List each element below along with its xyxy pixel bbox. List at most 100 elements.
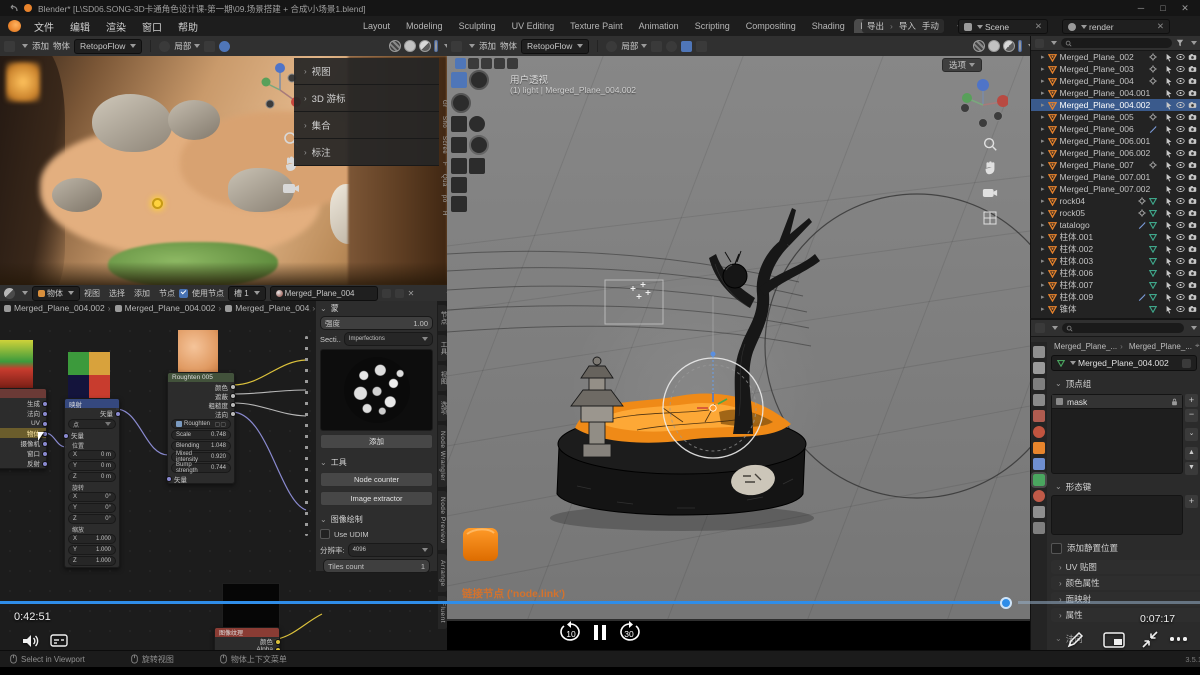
disclosure-icon[interactable]: ▸ xyxy=(1041,209,1045,217)
disclosure-icon[interactable]: ▸ xyxy=(1041,125,1045,133)
rest-position-row[interactable]: 添加静置位置 xyxy=(1051,542,1118,554)
disclosure-icon[interactable]: ▸ xyxy=(1041,257,1045,265)
add-vgroup-button[interactable]: + xyxy=(1185,394,1198,407)
scale-tool[interactable] xyxy=(451,137,467,153)
use-nodes-checkbox[interactable] xyxy=(179,289,188,298)
outliner-row[interactable]: ▸ Merged_Plane_004.001 xyxy=(1031,87,1200,99)
outliner-row[interactable]: ▸ 柱体.007 xyxy=(1031,279,1200,291)
material-shading-icon[interactable] xyxy=(419,40,431,52)
output-socket[interactable] xyxy=(42,411,48,417)
lasso-select-icon[interactable] xyxy=(494,58,505,69)
disclosure-icon[interactable]: ▸ xyxy=(1041,77,1045,85)
hide-eye-icon[interactable] xyxy=(1176,89,1185,97)
selectable-icon[interactable] xyxy=(1165,125,1173,134)
selectable-icon[interactable] xyxy=(1165,65,1173,74)
video-progress-handle[interactable] xyxy=(1000,597,1012,609)
object-menu[interactable]: 物体 xyxy=(500,40,517,52)
render-camera-icon[interactable] xyxy=(1188,89,1197,97)
add-shape-key-button[interactable]: + xyxy=(1185,495,1198,508)
properties-tab-object-icon[interactable] xyxy=(1033,442,1045,454)
output-socket[interactable] xyxy=(230,393,236,399)
hide-eye-icon[interactable] xyxy=(1176,113,1185,121)
roughgen-param-slider[interactable]: Blending1.048 xyxy=(171,441,231,451)
mesh-name-field[interactable]: Merged_Plane_004.002 xyxy=(1051,355,1197,371)
material-shading-icon[interactable] xyxy=(1003,40,1015,52)
select-box-tool[interactable] xyxy=(451,72,467,88)
disclosure-icon[interactable]: ▸ xyxy=(1041,89,1045,97)
selectable-icon[interactable] xyxy=(1165,113,1173,122)
render-camera-icon[interactable] xyxy=(1188,125,1197,133)
subtitle-icon[interactable] xyxy=(50,634,68,648)
video-progress-remaining[interactable] xyxy=(1018,601,1200,604)
solid-shading-icon[interactable] xyxy=(988,40,1000,52)
skip-back-10-icon[interactable]: 10 xyxy=(558,621,584,645)
pin-icon[interactable]: ⌖ xyxy=(1195,341,1200,351)
hide-eye-icon[interactable] xyxy=(1176,101,1185,109)
mapping-value-row[interactable]: Z0 m xyxy=(68,472,116,482)
render-camera-icon[interactable] xyxy=(1188,113,1197,121)
viewport-3d[interactable]: 用户透视 (1) light | Merged_Plane_004.002 xyxy=(447,56,1030,621)
disclosure-icon[interactable]: ▸ xyxy=(1041,185,1045,193)
outliner-row[interactable]: ▸ rock04 xyxy=(1031,195,1200,207)
strength-slider[interactable]: 强度1.00 xyxy=(320,316,433,330)
shader-menu-item[interactable]: 选择 xyxy=(109,288,125,299)
rotate-tool[interactable] xyxy=(469,116,485,132)
render-camera-icon[interactable] xyxy=(1188,221,1197,229)
shield-icon[interactable] xyxy=(1182,359,1191,368)
export-button[interactable]: 导出 xyxy=(867,20,884,32)
properties-tab-data-icon[interactable] xyxy=(1033,474,1045,486)
disclosure-icon[interactable]: ▸ xyxy=(1041,197,1045,205)
outliner-row[interactable]: ▸ 柱体.009 xyxy=(1031,291,1200,303)
outliner-row[interactable]: ▸ 柱体.001 xyxy=(1031,231,1200,243)
render-camera-icon[interactable] xyxy=(1188,233,1197,241)
properties-tab-output-icon[interactable] xyxy=(1033,378,1045,390)
options-button[interactable]: 选项 xyxy=(942,58,982,72)
volume-icon[interactable] xyxy=(22,633,40,649)
texcoord-node-header[interactable] xyxy=(0,389,46,398)
disclosure-icon[interactable]: ▸ xyxy=(1041,173,1045,181)
disclosure-icon[interactable]: ▸ xyxy=(1041,149,1045,157)
cursor-tool[interactable] xyxy=(469,70,489,90)
disclosure-icon[interactable]: ▸ xyxy=(1041,269,1045,277)
hide-eye-icon[interactable] xyxy=(1176,185,1185,193)
texcoord-node[interactable]: 生成 法向 UV 物体 摄像机 xyxy=(0,388,47,469)
output-socket[interactable] xyxy=(230,411,236,417)
solid-shading-icon[interactable] xyxy=(404,40,416,52)
rendered-shading-icon[interactable] xyxy=(435,40,437,52)
mapping-node-header[interactable]: 映射 xyxy=(65,399,119,408)
render-camera-icon[interactable] xyxy=(1188,137,1197,145)
menu-item[interactable]: 帮助 xyxy=(170,19,206,34)
disclosure-icon[interactable]: ▸ xyxy=(1041,65,1045,73)
view-layer-unlink-icon[interactable]: ✕ xyxy=(1157,21,1164,32)
import-button[interactable]: 导入 xyxy=(899,20,916,32)
breadcrumb-data[interactable]: Merged_Plane_... xyxy=(1129,342,1192,351)
pip-icon[interactable] xyxy=(1103,632,1125,648)
menu-item[interactable]: 渲染 xyxy=(98,19,134,34)
hide-eye-icon[interactable] xyxy=(1176,125,1185,133)
measure-tool[interactable] xyxy=(469,158,485,174)
outliner-row[interactable]: ▸ Merged_Plane_003 xyxy=(1031,63,1200,75)
node-output-row[interactable]: 法向 xyxy=(0,408,46,418)
play-tool[interactable] xyxy=(451,93,471,113)
workspace-tab[interactable]: Animation xyxy=(632,19,686,33)
shape-keys-header[interactable]: ⌄形态键 xyxy=(1047,480,1091,493)
render-camera-icon[interactable] xyxy=(1188,245,1197,253)
snap-magnet-icon[interactable] xyxy=(204,41,215,52)
disclosure-icon[interactable]: ▸ xyxy=(1041,161,1045,169)
menu-item[interactable]: 窗口 xyxy=(134,19,170,34)
editor-type-icon[interactable] xyxy=(451,41,462,52)
selectable-icon[interactable] xyxy=(1165,257,1173,266)
selectable-icon[interactable] xyxy=(1165,89,1173,98)
udim-row[interactable]: Use UDIM xyxy=(320,529,433,539)
wireframe-shading-icon[interactable] xyxy=(389,40,401,52)
sidebar-tab[interactable]: Node Preview xyxy=(438,491,447,550)
properties-tab-modifiers-icon[interactable] xyxy=(1033,458,1045,470)
node-output-row[interactable]: 颜色 xyxy=(215,637,279,645)
mapping-value-row[interactable]: 旋转 xyxy=(68,483,116,491)
hide-eye-icon[interactable] xyxy=(1176,209,1185,217)
add-menu[interactable]: 添加 xyxy=(479,40,496,52)
cursor-mode-icon[interactable] xyxy=(507,58,518,69)
properties-tab-viewlayer-icon[interactable] xyxy=(1033,394,1045,406)
mapping-value-row[interactable]: Y0 m xyxy=(68,461,116,471)
outliner-search-input[interactable] xyxy=(1061,38,1172,48)
